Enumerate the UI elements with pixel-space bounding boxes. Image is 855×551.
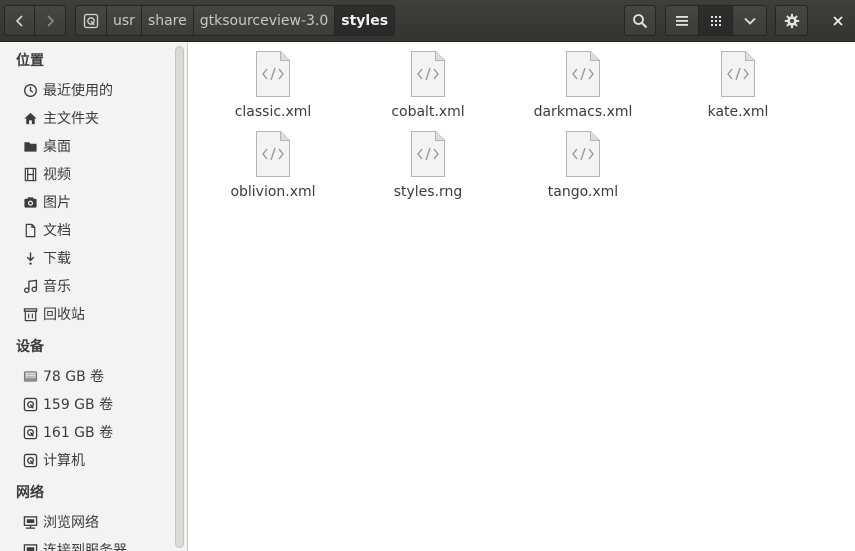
grid-view-icon: [710, 15, 721, 26]
path-crumb-gtksourceview[interactable]: gtksourceview-3.0: [193, 5, 336, 36]
sidebar-item-pictures[interactable]: 图片: [22, 190, 71, 214]
disk-icon: [83, 13, 99, 28]
header-bar: usr share gtksourceview-3.0 styles: [0, 0, 855, 42]
file-item-darkmacs-xml[interactable]: darkmacs.xml: [518, 50, 648, 120]
back-button[interactable]: [4, 5, 35, 36]
drive-icon: [22, 368, 38, 384]
file-item-oblivion-xml[interactable]: oblivion.xml: [208, 130, 338, 200]
file-item-classic-xml[interactable]: classic.xml: [208, 50, 338, 120]
chevron-left-icon: [15, 14, 23, 27]
file-item-kate-xml[interactable]: kate.xml: [673, 50, 803, 120]
path-crumb-styles[interactable]: styles: [335, 5, 396, 36]
chevron-right-icon: [47, 14, 55, 27]
chevron-down-icon: [743, 17, 756, 25]
file-view: classic.xml cobalt.xml darkmacs.xml kate…: [188, 42, 855, 551]
search-button[interactable]: [624, 5, 656, 36]
path-crumb-share[interactable]: share: [141, 5, 194, 36]
home-icon: [22, 110, 38, 126]
sidebar-item-browse-network[interactable]: 浏览网络: [22, 510, 99, 534]
xml-file-icon: [566, 51, 600, 97]
xml-file-icon: [411, 131, 445, 177]
settings-button[interactable]: [775, 5, 808, 36]
sidebar-item-volume-161gb[interactable]: 161 GB 卷: [22, 420, 113, 444]
sidebar-item-connect-server[interactable]: 连接到服务器: [22, 538, 127, 551]
download-icon: [22, 250, 38, 266]
xml-file-icon: [256, 51, 290, 97]
xml-file-icon: [721, 51, 755, 97]
path-bar: usr share gtksourceview-3.0 styles: [75, 5, 396, 36]
sidebar-item-label: 连接到服务器: [43, 543, 127, 551]
sidebar-item-label: 回收站: [43, 307, 85, 323]
sidebar-item-trash[interactable]: 回收站: [22, 302, 85, 326]
sidebar-item-label: 视频: [43, 167, 71, 183]
camera-icon: [22, 194, 38, 210]
sidebar-item-volume-159gb[interactable]: 159 GB 卷: [22, 392, 113, 416]
path-crumb-usr[interactable]: usr: [107, 5, 142, 36]
disk-icon: [22, 396, 38, 412]
list-view-icon: [676, 15, 688, 26]
file-item-cobalt-xml[interactable]: cobalt.xml: [363, 50, 493, 120]
disk-icon: [22, 424, 38, 440]
folder-icon: [22, 138, 38, 154]
grid-view-button[interactable]: [699, 5, 733, 36]
network-icon: [22, 514, 38, 530]
sidebar-item-label: 主文件夹: [43, 111, 99, 127]
clock-icon: [22, 82, 38, 98]
sidebar-item-home[interactable]: 主文件夹: [22, 106, 99, 130]
sidebar-item-recent[interactable]: 最近使用的: [22, 78, 113, 102]
sidebar-item-label: 计算机: [43, 453, 85, 469]
document-icon: [22, 222, 38, 238]
film-icon: [22, 166, 38, 182]
sidebar-heading-devices: 设备: [16, 339, 44, 355]
search-icon: [633, 13, 648, 28]
sidebar-item-downloads[interactable]: 下载: [22, 246, 71, 270]
sidebar-heading-network: 网络: [16, 485, 44, 501]
close-icon: [832, 15, 843, 26]
sidebar-item-label: 下载: [43, 251, 71, 267]
sidebar-item-volume-78gb[interactable]: 78 GB 卷: [22, 364, 104, 388]
music-icon: [22, 278, 38, 294]
sidebar-item-label: 图片: [43, 195, 71, 211]
sidebar-item-label: 78 GB 卷: [43, 369, 105, 385]
sidebar-item-videos[interactable]: 视频: [22, 162, 71, 186]
file-name: kate.xml: [707, 104, 769, 120]
sidebar-item-label: 浏览网络: [43, 515, 99, 531]
sidebar-item-label: 最近使用的: [43, 83, 113, 99]
file-manager-window: usr share gtksourceview-3.0 styles 位置 最近…: [0, 0, 855, 551]
file-name: darkmacs.xml: [533, 104, 633, 120]
xml-file-icon: [566, 131, 600, 177]
view-options-button[interactable]: [733, 5, 767, 36]
file-name: oblivion.xml: [230, 184, 316, 200]
file-name: cobalt.xml: [391, 104, 465, 120]
sidebar-heading-places: 位置: [16, 53, 44, 69]
places-sidebar: 位置 最近使用的 主文件夹 桌面 视频 图片 文档 下载 音乐 回收站 设备 7…: [0, 42, 188, 551]
sidebar-item-label: 文档: [43, 223, 71, 239]
network-icon: [22, 542, 38, 551]
file-name: tango.xml: [547, 184, 619, 200]
file-name: classic.xml: [234, 104, 312, 120]
sidebar-item-label: 桌面: [43, 139, 71, 155]
sidebar-item-label: 音乐: [43, 279, 71, 295]
file-item-tango-xml[interactable]: tango.xml: [518, 130, 648, 200]
file-name: styles.rng: [393, 184, 463, 200]
sidebar-item-desktop[interactable]: 桌面: [22, 134, 71, 158]
sidebar-item-computer[interactable]: 计算机: [22, 448, 85, 472]
path-root-button[interactable]: [75, 5, 107, 36]
sidebar-item-label: 159 GB 卷: [43, 397, 114, 413]
xml-file-icon: [411, 51, 445, 97]
disk-icon: [22, 452, 38, 468]
list-view-button[interactable]: [665, 5, 699, 36]
trash-icon: [22, 306, 38, 322]
xml-file-icon: [256, 131, 290, 177]
forward-button[interactable]: [35, 5, 66, 36]
sidebar-item-documents[interactable]: 文档: [22, 218, 71, 242]
sidebar-item-music[interactable]: 音乐: [22, 274, 71, 298]
close-button[interactable]: [822, 5, 853, 36]
gear-icon: [784, 13, 799, 28]
sidebar-scrollbar[interactable]: [175, 46, 184, 548]
file-item-styles-rng[interactable]: styles.rng: [363, 130, 493, 200]
sidebar-item-label: 161 GB 卷: [43, 425, 114, 441]
